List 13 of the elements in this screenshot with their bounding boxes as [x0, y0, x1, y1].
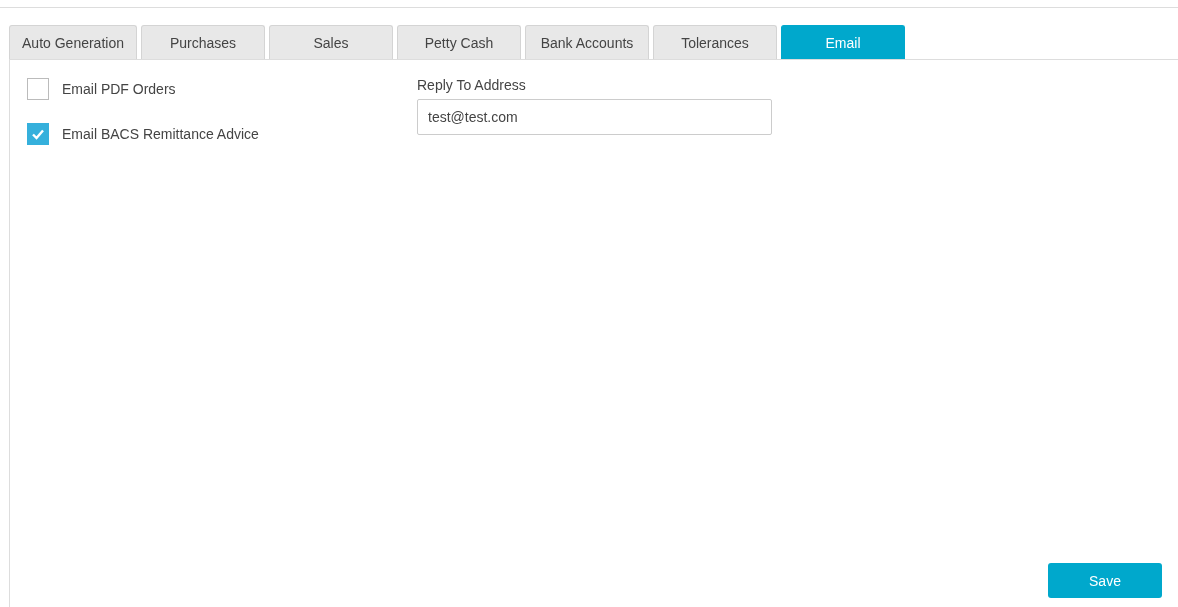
input-field[interactable]: test@test.com	[417, 99, 772, 135]
tab[interactable]: Sales	[269, 25, 393, 59]
tab[interactable]: Purchases	[141, 25, 265, 59]
field-label: Reply To Address	[417, 77, 527, 93]
tab[interactable]: Tolerances	[653, 25, 777, 59]
tab[interactable]: Petty Cash	[397, 25, 521, 59]
tab[interactable]: Bank Accounts	[525, 25, 649, 59]
checkbox[interactable]	[27, 78, 49, 100]
tab[interactable]: Auto Generation	[9, 25, 137, 59]
check-icon	[31, 128, 45, 140]
checkbox-label: Email PDF Orders	[62, 81, 176, 97]
checkbox[interactable]	[27, 123, 49, 145]
checkbox-label: Email BACS Remittance Advice	[62, 126, 259, 142]
